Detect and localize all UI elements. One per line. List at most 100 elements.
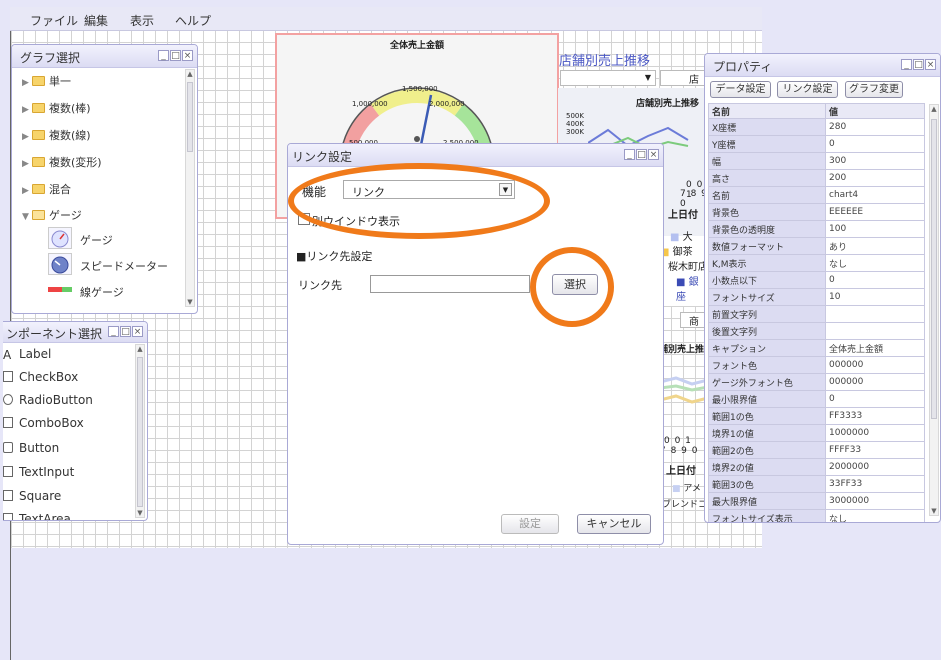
property-row[interactable]: 数値フォーマット あり — [708, 237, 925, 255]
property-value[interactable]: 000000 — [825, 373, 925, 391]
properties-scrollbar[interactable]: ▲ ▼ — [929, 104, 939, 516]
property-row[interactable]: キャプション 全体売上金額 — [708, 339, 925, 357]
tree-item-mixed[interactable]: ▶ 混合 — [22, 181, 71, 197]
component-square[interactable]: Square — [3, 489, 61, 503]
menu-edit[interactable]: 編集 — [84, 12, 108, 29]
scroll-up-icon[interactable]: ▲ — [136, 345, 144, 353]
property-row[interactable]: フォント色 000000 — [708, 356, 925, 374]
component-label[interactable]: A Label — [3, 347, 51, 361]
property-row[interactable]: 小数点以下 0 — [708, 271, 925, 289]
close-icon[interactable]: × — [132, 326, 143, 337]
close-icon[interactable]: × — [648, 149, 659, 160]
property-value[interactable]: 2000000 — [825, 458, 925, 476]
menu-help[interactable]: ヘルプ — [175, 12, 211, 29]
property-value[interactable]: 000000 — [825, 356, 925, 374]
property-value[interactable]: 10 — [825, 288, 925, 306]
property-value[interactable]: 0 — [825, 271, 925, 289]
component-button[interactable]: Button — [3, 441, 59, 455]
link-target-input[interactable] — [370, 275, 530, 293]
maximize-icon[interactable]: □ — [170, 50, 181, 61]
property-row[interactable]: 名前 chart4 — [708, 186, 925, 204]
property-row[interactable]: 高さ 200 — [708, 169, 925, 187]
property-row[interactable]: ゲージ外フォント色 000000 — [708, 373, 925, 391]
property-value[interactable]: 0 — [825, 135, 925, 153]
property-row[interactable]: 背景色の透明度 100 — [708, 220, 925, 238]
menu-file[interactable]: ファイル — [30, 12, 78, 29]
maximize-icon[interactable]: □ — [913, 59, 924, 70]
store-combo[interactable]: ▼ — [560, 70, 656, 86]
property-value[interactable]: 33FF33 — [825, 475, 925, 493]
collapse-icon[interactable]: ▼ — [22, 212, 32, 222]
property-row[interactable]: Y座標 0 — [708, 135, 925, 153]
property-value[interactable]: FFFF33 — [825, 441, 925, 459]
property-value[interactable] — [825, 322, 925, 340]
property-row[interactable]: 後置文字列 — [708, 322, 925, 340]
minimize-icon[interactable]: _ — [901, 59, 912, 70]
property-value[interactable]: 300 — [825, 152, 925, 170]
expand-icon[interactable]: ▶ — [22, 159, 32, 169]
link-settings-button[interactable]: リンク設定 — [777, 81, 838, 98]
scroll-thumb[interactable] — [137, 357, 143, 507]
component-checkbox[interactable]: CheckBox — [3, 370, 78, 384]
tree-item-multi-bar[interactable]: ▶ 複数(棒) — [22, 100, 91, 116]
property-row[interactable]: フォントサイズ 10 — [708, 288, 925, 306]
maximize-icon[interactable]: □ — [636, 149, 647, 160]
property-value[interactable]: chart4 — [825, 186, 925, 204]
expand-icon[interactable]: ▶ — [22, 105, 32, 115]
scroll-up-icon[interactable]: ▲ — [186, 70, 194, 78]
minimize-icon[interactable]: _ — [158, 50, 169, 61]
maximize-icon[interactable]: □ — [120, 326, 131, 337]
cancel-button[interactable]: キャンセル — [577, 514, 651, 534]
minimize-icon[interactable]: _ — [108, 326, 119, 337]
property-row[interactable]: 前置文字列 — [708, 305, 925, 323]
property-value[interactable]: 3000000 — [825, 492, 925, 510]
gauge-type-gauge[interactable]: ゲージ — [48, 225, 188, 253]
scroll-thumb[interactable] — [931, 119, 937, 419]
property-value[interactable] — [825, 305, 925, 323]
property-value[interactable]: FF3333 — [825, 407, 925, 425]
change-graph-button[interactable]: グラフ変更 — [845, 81, 903, 98]
close-icon[interactable]: × — [925, 59, 936, 70]
scroll-down-icon[interactable]: ▼ — [930, 507, 938, 515]
property-row[interactable]: 範囲2の色 FFFF33 — [708, 441, 925, 459]
property-value[interactable]: 280 — [825, 118, 925, 136]
property-value[interactable]: 全体売上金額 — [825, 339, 925, 357]
menu-view[interactable]: 表示 — [130, 12, 154, 29]
component-textinput[interactable]: TextInput — [3, 465, 74, 479]
graph-select-scrollbar[interactable]: ▲ ▼ — [185, 69, 195, 307]
expand-icon[interactable]: ▶ — [22, 78, 32, 88]
gauge-type-line-gauge[interactable]: 線ゲージ — [48, 277, 188, 305]
component-textarea[interactable]: TextArea — [3, 512, 71, 520]
minimize-icon[interactable]: _ — [624, 149, 635, 160]
tree-item-multi-variant[interactable]: ▶ 複数(変形) — [22, 154, 102, 170]
property-value[interactable]: 0 — [825, 390, 925, 408]
property-row[interactable]: X座標 280 — [708, 118, 925, 136]
property-value[interactable]: EEEEEE — [825, 203, 925, 221]
gauge-type-speedometer[interactable]: スピードメーター — [48, 251, 188, 279]
tree-item-single[interactable]: ▶ 単一 — [22, 73, 71, 89]
property-row[interactable]: 最小限界値 0 — [708, 390, 925, 408]
property-row[interactable]: 背景色 EEEEEE — [708, 203, 925, 221]
scroll-up-icon[interactable]: ▲ — [930, 105, 938, 113]
expand-icon[interactable]: ▶ — [22, 186, 32, 196]
component-combobox[interactable]: ComboBox — [3, 416, 84, 430]
tree-item-gauge[interactable]: ▼ ゲージ — [22, 207, 82, 223]
scroll-down-icon[interactable]: ▼ — [186, 298, 194, 306]
property-value[interactable]: あり — [825, 237, 925, 255]
property-row[interactable]: 境界1の値 1000000 — [708, 424, 925, 442]
expand-icon[interactable]: ▶ — [22, 132, 32, 142]
component-radiobutton[interactable]: RadioButton — [3, 393, 93, 407]
property-row[interactable]: K,M表示 なし — [708, 254, 925, 272]
store-combo-button[interactable]: 店舗 — [660, 70, 708, 101]
property-value[interactable]: 100 — [825, 220, 925, 238]
data-settings-button[interactable]: データ設定 — [710, 81, 771, 98]
scroll-down-icon[interactable]: ▼ — [136, 509, 144, 517]
component-scrollbar[interactable]: ▲ ▼ — [135, 344, 145, 518]
property-row[interactable]: 境界2の値 2000000 — [708, 458, 925, 476]
property-row[interactable]: 幅 300 — [708, 152, 925, 170]
scroll-thumb[interactable] — [187, 82, 193, 152]
apply-button[interactable]: 設定 — [501, 514, 559, 534]
property-value[interactable]: なし — [825, 254, 925, 272]
property-row[interactable]: 範囲3の色 33FF33 — [708, 475, 925, 493]
property-row[interactable]: フォントサイズ表示 なし — [708, 509, 925, 522]
